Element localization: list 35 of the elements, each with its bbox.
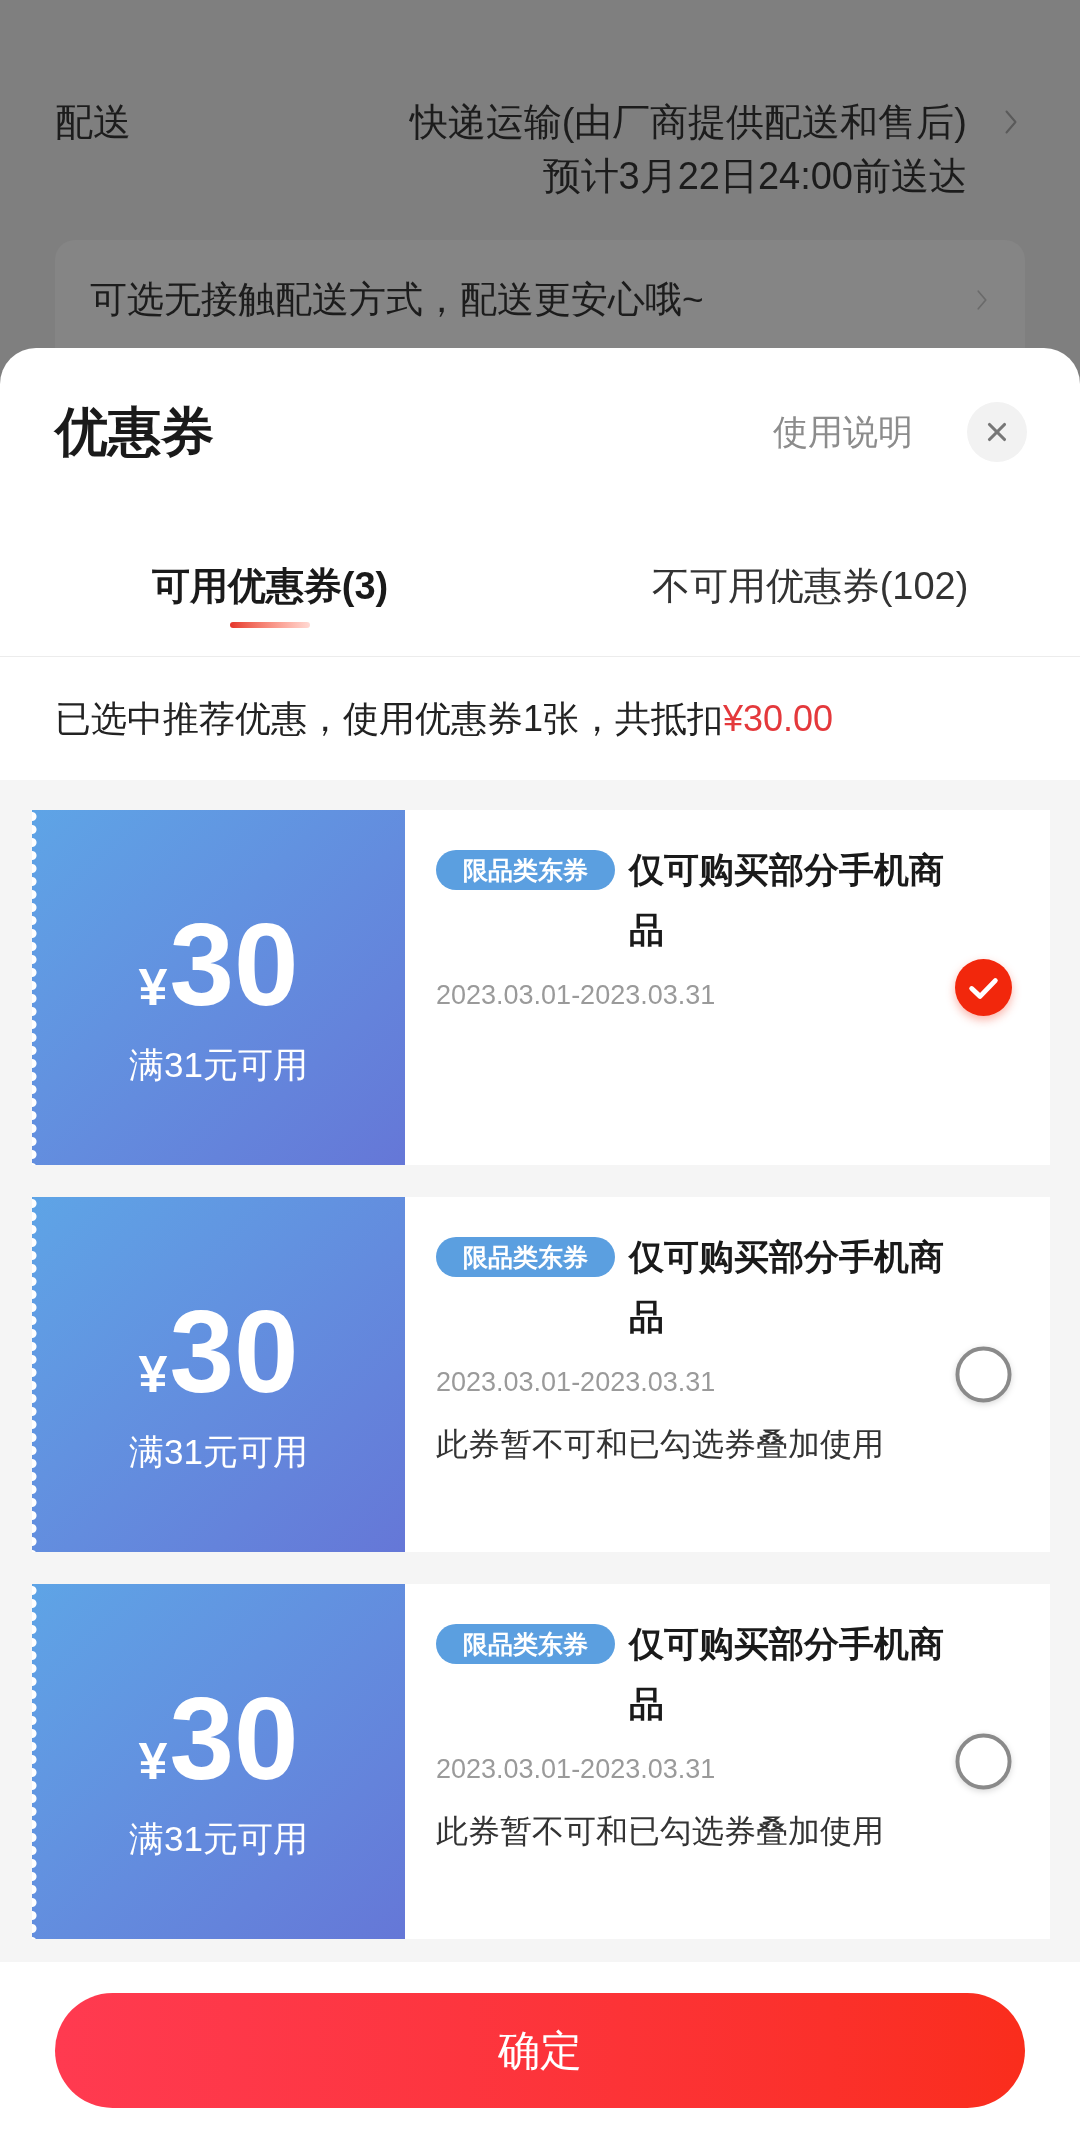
tab[interactable]: 不可用优惠券(102) (651, 564, 969, 608)
validity-dates: 2023.03.01-2023.03.31 (436, 979, 716, 1012)
empty-circle-icon[interactable] (955, 1346, 1012, 1403)
coupon-card[interactable]: ¥30 满31元可用 限品类东券 仅可购买部分手机商品 2023.03.01-2023.03.31 此券暂不可和已勾选券叠加使用 (32, 1584, 1050, 1939)
coupon-condition: 满31元可用 (129, 1045, 308, 1085)
category-tag: 限品类东券 (436, 1237, 615, 1277)
coupon-title: 仅可购买部分手机商品 (629, 1623, 945, 1725)
discount-summary-text: 已选中推荐优惠，使用优惠券1张，共抵扣¥30.00 (55, 696, 834, 741)
category-tag: 限品类东券 (436, 850, 615, 890)
coupon-condition: 满31元可用 (129, 1432, 308, 1472)
coupon-amount: ¥30 (138, 1294, 299, 1410)
chevron-right-icon[interactable] (1005, 110, 1017, 134)
coupon-note: 此券暂不可和已勾选券叠加使用 (436, 1425, 884, 1464)
delivery-estimate: 预计3月22日24:00前送达 (542, 154, 967, 199)
coupon-amount: ¥30 (138, 907, 299, 1023)
coupon-card[interactable]: ¥30 满31元可用 限品类东券 仅可购买部分手机商品 2023.03.01-2023.03.31 (32, 810, 1050, 1165)
sheet-title: 优惠券 (55, 404, 214, 460)
coupon-card[interactable]: ¥30 满31元可用 限品类东券 仅可购买部分手机商品 2023.03.01-2023.03.31 此券暂不可和已勾选券叠加使用 (32, 1197, 1050, 1552)
coupon-title: 仅可购买部分手机商品 (629, 1236, 945, 1338)
validity-dates: 2023.03.01-2023.03.31 (436, 1753, 716, 1786)
coupon-note: 此券暂不可和已勾选券叠加使用 (436, 1812, 884, 1851)
category-tag: 限品类东券 (436, 1624, 615, 1664)
coupon-condition: 满31元可用 (129, 1819, 308, 1859)
check-circle-icon[interactable] (955, 959, 1012, 1016)
coupon-amount: ¥30 (138, 1681, 299, 1797)
coupon-title: 仅可购买部分手机商品 (629, 849, 945, 951)
empty-circle-icon[interactable] (955, 1733, 1012, 1790)
confirm-button[interactable]: 确定 (55, 1993, 1025, 2108)
validity-dates: 2023.03.01-2023.03.31 (436, 1366, 716, 1399)
contactless-banner[interactable]: 可选无接触配送方式，配送更安心哦~ (55, 240, 1025, 348)
tab[interactable]: 可用优惠券(3) (151, 564, 389, 628)
banner-text: 可选无接触配送方式，配送更安心哦~ (90, 278, 704, 322)
delivery-method: 快递运输(由厂商提供配送和售后) (409, 100, 967, 145)
delivery-label: 配送 (55, 100, 131, 145)
chevron-right-icon (977, 290, 987, 310)
